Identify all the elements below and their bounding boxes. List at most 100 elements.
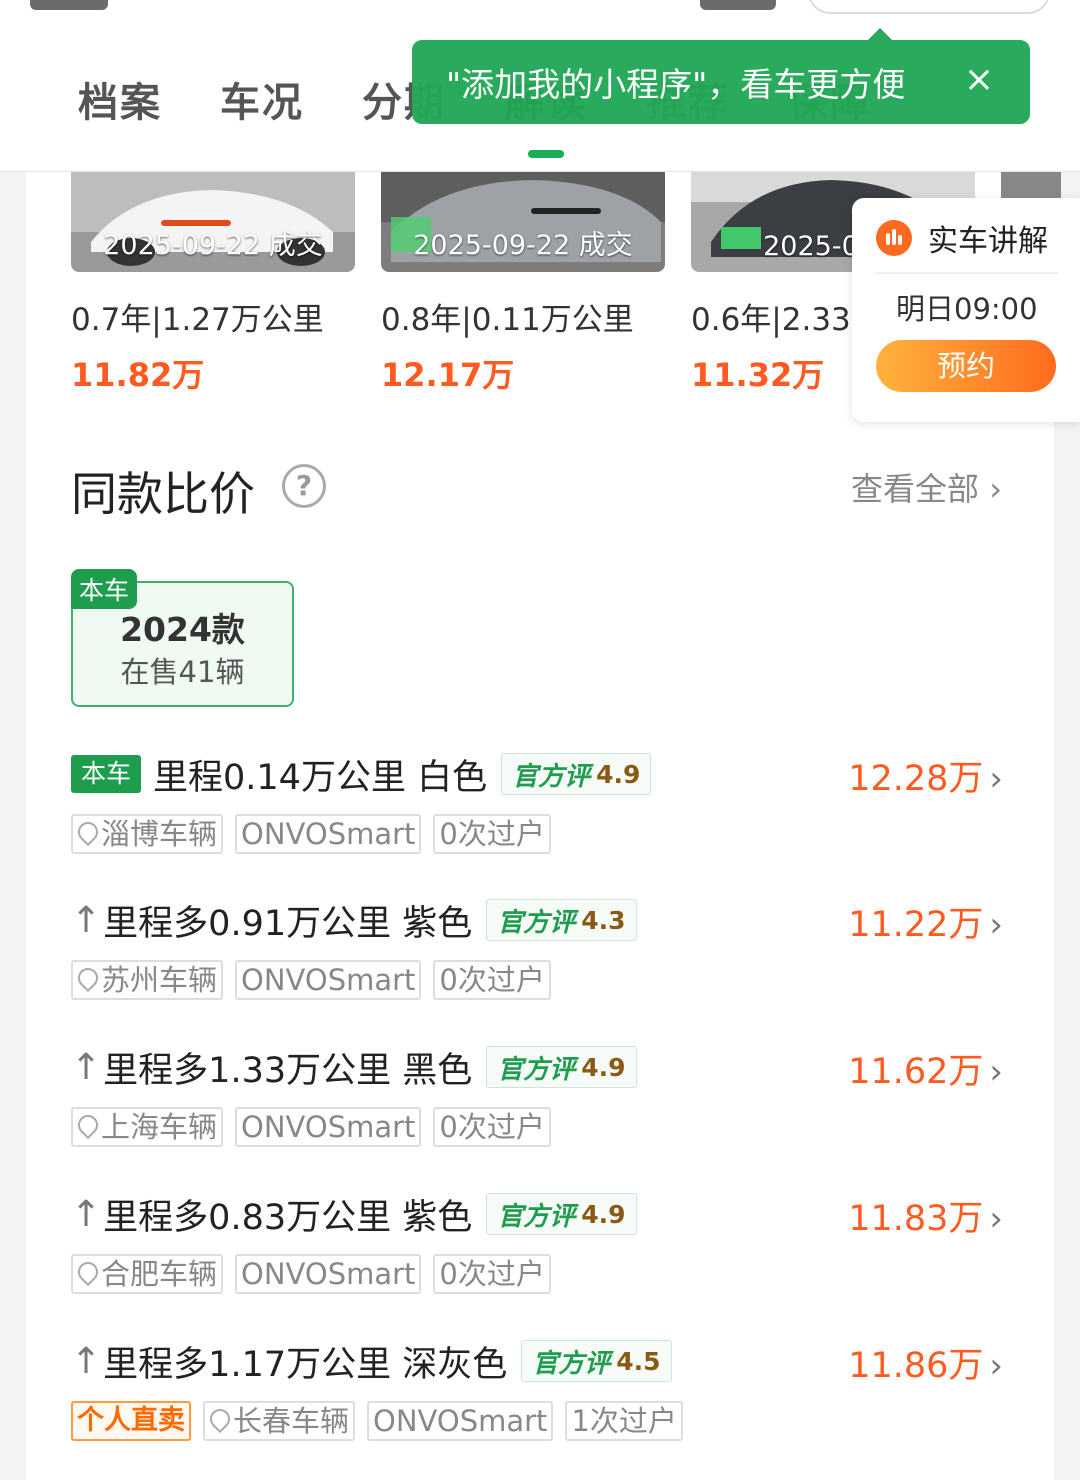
location-tag: 苏州车辆	[71, 960, 224, 1000]
official-rating-badge: 官方评 4.9	[486, 1193, 637, 1235]
listing-row[interactable]: 本车 里程0.14万公里 白色 官方评 4.9 12.28万 › 淄博车辆 ONVO…	[71, 752, 1003, 872]
see-all-link[interactable]: 查看全部 ›	[851, 464, 1002, 510]
transfer-tag: 0次过户	[433, 960, 551, 1000]
rating-brand: 官方评	[497, 1201, 576, 1232]
tab-profile[interactable]: 档案	[78, 76, 162, 130]
listing-price: 11.62万	[848, 1052, 984, 1092]
chevron-right-icon: ›	[989, 905, 1003, 945]
listing-desc: 里程多1.33万公里 黑色	[103, 1050, 473, 1091]
official-rating-badge: 官方评 4.9	[486, 1046, 637, 1088]
listing-tags: 淄博车辆 ONVOSmart 0次过户	[71, 814, 563, 854]
banner-pointer	[868, 28, 892, 40]
model-year-filter[interactable]: 本车 2024款 在售41辆	[71, 569, 294, 707]
live-explain-time: 明日09:00	[896, 292, 1038, 326]
car-price: 12.17万	[381, 356, 515, 394]
brand-tag: ONVOSmart	[235, 1254, 422, 1294]
location-tag: 淄博车辆	[71, 814, 224, 854]
location-pin-icon	[77, 968, 97, 992]
car-age-mileage: 0.8年|0.11万公里	[381, 302, 634, 338]
listing-header: ↑ 里程多1.33万公里 黑色 官方评 4.9	[71, 1045, 637, 1091]
arrow-up-icon: ↑	[71, 1046, 102, 1088]
help-icon[interactable]: ?	[282, 464, 326, 508]
official-rating-badge: 官方评 4.5	[521, 1340, 672, 1382]
official-rating-badge: 官方评 4.3	[486, 899, 637, 941]
listing-price: 11.83万	[848, 1199, 984, 1239]
listing-header: ↑ 里程多0.83万公里 紫色 官方评 4.9	[71, 1192, 637, 1238]
back-button[interactable]	[30, 0, 108, 10]
toolbar-button[interactable]	[700, 0, 776, 10]
live-explain-panel: 实车讲解 明日09:00 预约	[852, 198, 1080, 422]
brand-tag: ONVOSmart	[235, 814, 422, 854]
car-price: 11.82万	[71, 356, 205, 394]
listing-row[interactable]: ↑ 里程多0.91万公里 紫色 官方评 4.3 11.22万 › 苏州车辆 ONVO…	[71, 898, 1003, 1018]
location-pin-icon	[77, 1115, 97, 1139]
chevron-right-icon: ›	[979, 470, 1002, 508]
this-car-tag: 本车	[71, 755, 142, 793]
transfer-tag: 0次过户	[433, 1254, 551, 1294]
listing-header: 本车 里程0.14万公里 白色 官方评 4.9	[71, 752, 652, 798]
divider	[876, 272, 1058, 274]
live-explain-title: 实车讲解	[928, 224, 1048, 259]
listing-price: 11.86万	[848, 1346, 984, 1386]
private-seller-tag: 个人直卖	[71, 1401, 191, 1441]
close-icon[interactable]: ×	[964, 62, 994, 98]
tab-condition[interactable]: 车况	[220, 76, 304, 130]
chevron-right-icon: ›	[989, 1199, 1003, 1239]
listing-row[interactable]: ↑ 里程多1.17万公里 深灰色 官方评 4.5 11.86万 › 个人直卖 长春车…	[71, 1339, 1003, 1459]
listing-desc: 里程多1.17万公里 深灰色	[103, 1344, 508, 1385]
deal-date: 2025-09-22 成交	[413, 230, 633, 261]
listing-price-wrap: 12.28万 ›	[848, 750, 1003, 801]
listing-tags: 合肥车辆 ONVOSmart 0次过户	[71, 1254, 563, 1294]
location-tag: 上海车辆	[71, 1107, 224, 1147]
listing-tags: 苏州车辆 ONVOSmart 0次过户	[71, 960, 563, 1000]
rating-score: 4.9	[581, 1199, 626, 1229]
listing-desc: 里程多0.83万公里 紫色	[103, 1197, 473, 1238]
brand-tag: ONVOSmart	[235, 1107, 422, 1147]
location-pin-icon	[77, 1262, 97, 1286]
chevron-right-icon: ›	[989, 759, 1003, 799]
arrow-up-icon: ↑	[71, 1340, 102, 1382]
listing-header: ↑ 里程多0.91万公里 紫色 官方评 4.3	[71, 898, 637, 944]
deal-date: 2025-09-22 成交	[103, 230, 323, 261]
brand-tag: ONVOSmart	[235, 960, 422, 1000]
location-label: 长春车辆	[233, 1404, 350, 1438]
listing-price-wrap: 11.62万 ›	[848, 1043, 1003, 1094]
location-pin-icon	[209, 1409, 229, 1433]
model-year: 2024款	[120, 610, 245, 649]
rating-score: 4.3	[581, 905, 626, 935]
rating-score: 4.9	[596, 759, 641, 789]
chevron-right-icon: ›	[989, 1052, 1003, 1092]
rating-brand: 官方评	[497, 907, 576, 938]
listing-price: 11.22万	[848, 905, 984, 945]
rating-brand: 官方评	[512, 761, 591, 792]
rating-score: 4.5	[616, 1346, 661, 1376]
live-audio-icon	[876, 220, 912, 256]
on-sale-count: 在售41辆	[120, 655, 245, 689]
brand-tag: ONVOSmart	[367, 1401, 554, 1441]
arrow-up-icon: ↑	[71, 899, 102, 941]
location-pin-icon	[77, 822, 97, 846]
listing-price: 12.28万	[848, 759, 984, 799]
add-mini-program-banner[interactable]: "添加我的小程序"，看车更方便 ×	[412, 28, 1030, 124]
transfer-tag: 0次过户	[433, 814, 551, 854]
listing-desc: 里程0.14万公里 白色	[153, 757, 488, 798]
car-price: 11.32万	[691, 356, 825, 394]
rating-brand: 官方评	[497, 1054, 576, 1085]
location-label: 淄博车辆	[101, 817, 218, 851]
location-label: 合肥车辆	[101, 1257, 218, 1291]
listing-row[interactable]: ↑ 里程多0.83万公里 紫色 官方评 4.9 11.83万 › 合肥车辆 ONVO…	[71, 1192, 1003, 1312]
rating-score: 4.9	[581, 1052, 626, 1082]
listing-price-wrap: 11.22万 ›	[848, 896, 1003, 947]
book-button[interactable]: 预约	[876, 340, 1056, 392]
location-label: 上海车辆	[101, 1110, 218, 1144]
location-tag: 合肥车辆	[71, 1254, 224, 1294]
chevron-right-icon: ›	[989, 1346, 1003, 1386]
car-thumbnail[interactable]: 2025-09-22 成交	[381, 172, 665, 272]
banner-text: "添加我的小程序"，看车更方便	[446, 65, 906, 104]
car-thumbnail[interactable]: 2025-09-22 成交	[71, 172, 355, 272]
listing-tags: 个人直卖 长春车辆 ONVOSmart 1次过户	[71, 1401, 695, 1441]
arrow-up-icon: ↑	[71, 1193, 102, 1235]
capsule-menu[interactable]	[808, 0, 1050, 14]
listing-row[interactable]: ↑ 里程多1.33万公里 黑色 官方评 4.9 11.62万 › 上海车辆 ONVO…	[71, 1045, 1003, 1165]
location-label: 苏州车辆	[101, 963, 218, 997]
